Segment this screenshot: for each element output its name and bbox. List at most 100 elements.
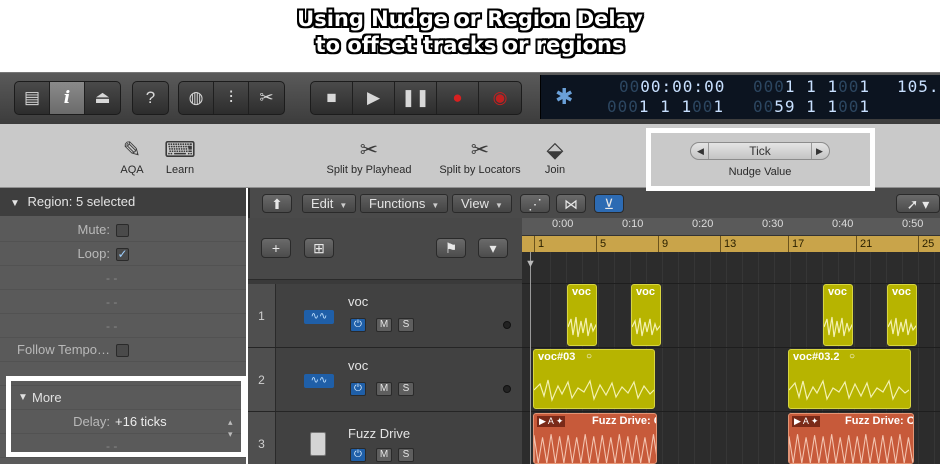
lcd-pos-dim: 000	[607, 97, 639, 116]
view-menu[interactable]: View ▼	[452, 194, 512, 213]
lcd-display[interactable]: ✱ 0000:00:00 0001 1 1001 105.0 0001 1 10…	[540, 75, 940, 119]
playhead[interactable]	[530, 252, 531, 464]
toolbar-icon: ⏏	[94, 88, 111, 107]
audio-region[interactable]: voc	[823, 284, 853, 346]
bar-tick: 5	[596, 236, 606, 252]
library-button[interactable]: ▤	[15, 82, 50, 114]
time-ruler[interactable]: 0:00 0:10 0:20 0:30 0:40 0:50	[522, 218, 940, 236]
track-stack-button[interactable]: ⊞	[304, 238, 334, 258]
global-tracks-button[interactable]: ⚑	[436, 238, 466, 258]
midi-region[interactable]: ▶ A ✦ Fuzz Drive: C	[788, 413, 914, 464]
bar-tick: 9	[658, 236, 668, 252]
mute-button[interactable]: M	[376, 382, 392, 396]
edit-menu[interactable]: Edit ▼	[302, 194, 357, 213]
mute-button[interactable]: M	[376, 318, 392, 332]
power-icon: ⏻	[354, 319, 362, 330]
pointer-tool-menu[interactable]: ➚ ▾	[896, 194, 940, 213]
region-name: voc	[828, 286, 847, 298]
solo-button[interactable]: S	[398, 318, 414, 332]
lcd-len-dim2: 00	[838, 97, 860, 116]
power-button[interactable]: ⏻	[350, 448, 366, 462]
record-ring-icon: ◉	[492, 88, 508, 107]
scissors-icon: ✂	[359, 137, 379, 162]
split-by-playhead-button[interactable]: ✂ Split by Playhead	[322, 136, 416, 176]
stack-icon: ⊞	[313, 240, 325, 256]
keyboard-icon: ⌨	[164, 137, 196, 162]
quick-help-button[interactable]: ?	[133, 82, 168, 114]
pause-button[interactable]: ❚❚	[395, 82, 437, 114]
audio-region[interactable]: voc	[887, 284, 917, 346]
power-button[interactable]: ⏻	[350, 318, 366, 332]
record-enable-dot[interactable]	[503, 321, 511, 329]
track-name[interactable]: Fuzz Drive	[348, 426, 410, 441]
loop-checkbox[interactable]: ✓	[116, 248, 129, 261]
functions-menu[interactable]: Functions ▼	[360, 194, 449, 213]
tutorial-caption: Using Nudge or Region Delay to offset tr…	[0, 6, 940, 58]
learn-button[interactable]: ⌨ Learn	[160, 136, 200, 176]
track-name[interactable]: voc	[348, 358, 368, 373]
power-button[interactable]: ⏻	[350, 382, 366, 396]
record-button[interactable]: ●	[437, 82, 479, 114]
play-button[interactable]: ▶	[353, 82, 395, 114]
record-enable-dot[interactable]	[503, 385, 511, 393]
dash-value: - -	[106, 295, 118, 309]
aqa-button[interactable]: ✎ AQA	[112, 136, 152, 176]
region-name: voc	[572, 286, 591, 298]
functions-menu-label: Functions	[369, 196, 426, 211]
audio-region[interactable]: voc#03.2 ○	[788, 349, 911, 409]
track-row[interactable]: 1 ∿∿ voc ⏻ M S	[248, 284, 522, 348]
empty-row: - -	[0, 266, 246, 290]
glue-icon: ⬙	[546, 137, 564, 162]
join-button[interactable]: ⬙ Join	[535, 136, 575, 176]
audio-region[interactable]: voc#03 ○	[533, 349, 655, 409]
lcd-tempo: 105.0	[897, 77, 940, 96]
pointer-icon: ➚ ▾	[906, 196, 930, 212]
track-name[interactable]: voc	[348, 294, 368, 309]
smart-controls-button[interactable]: ◍	[179, 82, 214, 114]
toolbar-button[interactable]: ⏏	[85, 82, 120, 114]
mute-button[interactable]: M	[376, 448, 392, 462]
aqa-label: AQA	[120, 164, 144, 176]
region-flags-icon: ▶ A ✦	[792, 416, 821, 427]
bar-tick: 21	[856, 236, 872, 252]
track-row[interactable]: 2 ∿∿ voc ⏻ M S	[248, 348, 522, 412]
inspector-button[interactable]: i	[50, 82, 85, 114]
track-row[interactable]: 3 Fuzz Drive ⏻ M S	[248, 412, 522, 464]
edit-menu-label: Edit	[311, 196, 334, 211]
follow-tempo-label: Follow Tempo…	[17, 342, 110, 357]
mixer-icon: ⫶	[228, 88, 234, 107]
dropdown-arrow-icon: ▼	[494, 201, 503, 210]
mute-checkbox[interactable]	[116, 224, 129, 237]
audio-region[interactable]: voc	[631, 284, 661, 346]
mixer-button[interactable]: ⫶	[214, 82, 249, 114]
plus-icon: +	[271, 240, 281, 256]
power-icon: ⏻	[354, 449, 362, 460]
inspector-header[interactable]: ▼ Region: 5 selected	[0, 188, 246, 216]
editors-button[interactable]: ✂	[249, 82, 284, 114]
audio-region[interactable]: voc	[567, 284, 597, 346]
split-by-locators-button[interactable]: ✂ Split by Locators	[433, 136, 527, 176]
flex-button[interactable]: ⋈	[556, 194, 586, 213]
track-list-options-button[interactable]: ▾	[478, 238, 508, 258]
lcd-len-dim: 00	[753, 97, 775, 116]
catch-button[interactable]: ⊻	[594, 194, 624, 213]
knob-icon: ◍	[188, 88, 204, 107]
bar-ruler[interactable]: 1 5 9 13 17 21 25	[522, 236, 940, 252]
up-arrow-button[interactable]: ⬆	[262, 194, 292, 213]
replace-record-button[interactable]: ◉	[479, 82, 521, 114]
playhead-handle-icon[interactable]: ▼	[525, 258, 536, 270]
audio-waveform-icon: ∿∿	[304, 374, 334, 388]
automation-button[interactable]: ⋰	[520, 194, 550, 213]
dash-value: - -	[106, 271, 118, 285]
solo-button[interactable]: S	[398, 448, 414, 462]
lcd-bars-tail: 1	[859, 77, 870, 96]
follow-tempo-checkbox[interactable]	[116, 344, 129, 357]
stop-button[interactable]: ■	[311, 82, 353, 114]
add-track-button[interactable]: +	[261, 238, 291, 258]
bar-tick: 13	[720, 236, 736, 252]
loop-row: Loop: ✓	[0, 242, 246, 266]
gear-icon[interactable]: ✱	[555, 84, 573, 110]
solo-button[interactable]: S	[398, 382, 414, 396]
midi-region[interactable]: ▶ A ✦ Fuzz Drive: C	[533, 413, 657, 464]
track-number: 1	[248, 284, 276, 347]
